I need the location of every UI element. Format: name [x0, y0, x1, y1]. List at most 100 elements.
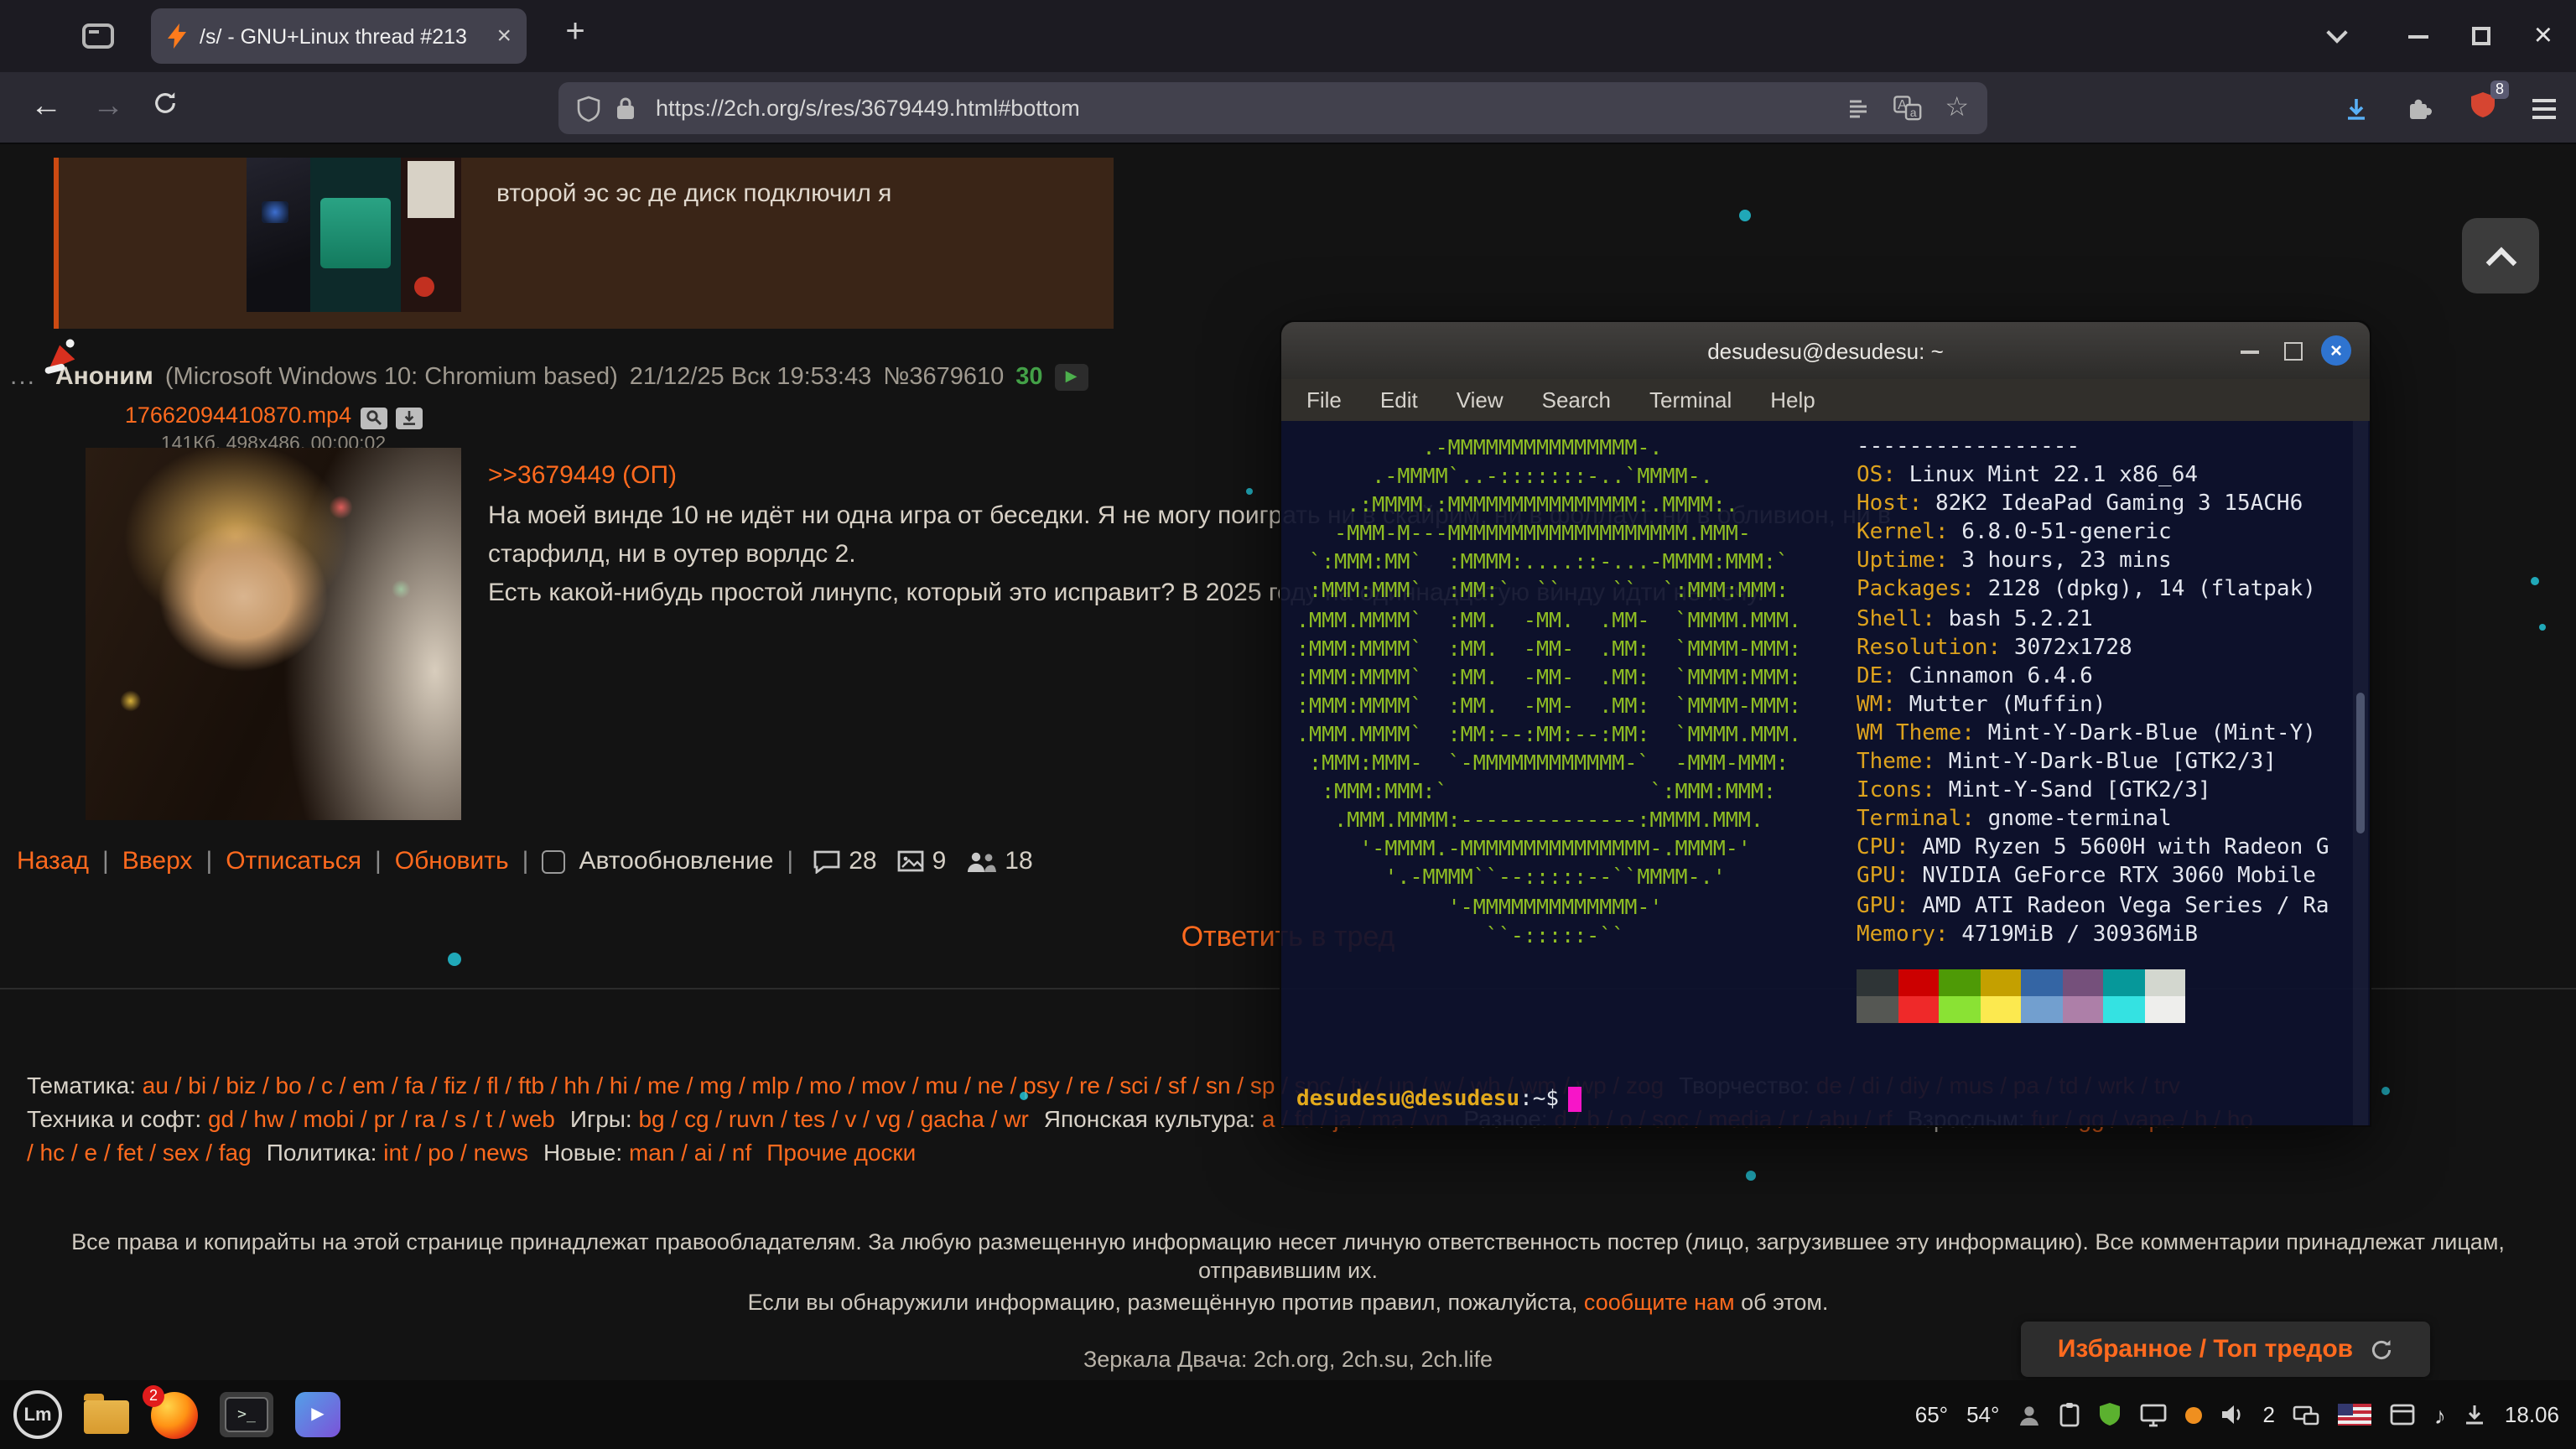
terminal-close-button[interactable]: × [2321, 335, 2351, 366]
menu-hamburger-icon[interactable] [2532, 98, 2556, 118]
tab-close-icon[interactable]: × [496, 23, 512, 49]
nav-unsubscribe-link[interactable]: Отписаться [226, 847, 361, 875]
toolbar-right-icons: 8 [2343, 72, 2556, 144]
terminal-minimize-button[interactable] [2241, 351, 2259, 354]
window-maximize-button[interactable] [2472, 27, 2490, 45]
nav-back-link[interactable]: Назад [17, 847, 89, 875]
terminal-menubar: File Edit View Search Terminal Help [1281, 379, 2370, 421]
board-links[interactable]: man / ai / nf [629, 1139, 751, 1166]
reload-button[interactable] [153, 87, 178, 127]
board-links[interactable]: Прочие доски [766, 1139, 916, 1166]
post-datetime: 21/12/25 Вск 19:53:43 [630, 363, 871, 390]
board-links[interactable]: / hc / e / fet / sex / fag [27, 1139, 252, 1166]
terminal-menu-edit[interactable]: Edit [1380, 387, 1418, 413]
board-links[interactable]: bg / cg / ruvn / tes / v / vg / gacha / … [638, 1105, 1028, 1132]
report-link[interactable]: сообщите нам [1584, 1290, 1735, 1315]
url-text[interactable]: https://2ch.org/s/res/3679449.html#botto… [656, 96, 1831, 121]
terminal-window[interactable]: desudesu@desudesu: ~ × File Edit View Searc… [1280, 320, 2371, 1127]
prompt-suffix: :~$ [1519, 1087, 1559, 1112]
neofetch-info-line: Shell: bash 5.2.21 [1857, 605, 2329, 633]
window-minimize-button[interactable] [2408, 34, 2428, 38]
board-category-label: Политика: [267, 1139, 384, 1166]
separator: | [102, 847, 109, 875]
url-bar[interactable]: https://2ch.org/s/res/3679449.html#botto… [558, 82, 1987, 134]
post-author: Аноним [55, 362, 153, 391]
terminal-body[interactable]: .-MMMMMMMMMMMMMMM-. .-MMMM`..-:::::::-..… [1281, 421, 2370, 1125]
gpu-temp: 54° [1966, 1402, 1999, 1427]
nav-up-link[interactable]: Вверх [122, 847, 193, 875]
adblock-icon[interactable]: 8 [2469, 90, 2497, 127]
back-button[interactable]: ← [30, 87, 62, 127]
comments-stat: 28 [813, 847, 876, 875]
extensions-puzzle-icon[interactable] [2405, 95, 2433, 122]
downloads-icon[interactable] [2343, 95, 2370, 122]
tracking-protection-shield-icon[interactable] [577, 95, 600, 122]
reply-quote-link[interactable]: >>3679449 (ОП) [488, 461, 677, 490]
snow-particle [1746, 1171, 1756, 1181]
forward-button[interactable]: → [92, 87, 124, 127]
file-download-icon[interactable] [395, 407, 422, 428]
taskbar: Lm 2 >_ ▶ 65° 54° 2 ♪ 18 [0, 1380, 2576, 1449]
board-category-label: Игры: [570, 1105, 639, 1132]
shell-prompt[interactable]: desudesu@desudesu:~$ [1296, 1087, 1581, 1112]
terminal-menu-terminal[interactable]: Terminal [1649, 387, 1732, 413]
scroll-to-top-button[interactable] [2462, 218, 2539, 293]
terminal-menu-view[interactable]: View [1457, 387, 1504, 413]
board-links[interactable]: gd / hw / mobi / pr / ra / s / t / web [208, 1105, 555, 1132]
new-tab-button[interactable]: + [553, 13, 597, 52]
music-note-tray-icon[interactable]: ♪ [2434, 1401, 2446, 1428]
board-category-label: Техника и софт: [27, 1105, 208, 1132]
nav-refresh-link[interactable]: Обновить [395, 847, 509, 875]
terminal-menu-file[interactable]: File [1306, 387, 1342, 413]
post-thumbnail-image[interactable] [86, 448, 461, 820]
firefox-launcher[interactable]: 2 [151, 1391, 198, 1438]
terminal-maximize-button[interactable] [2284, 342, 2303, 361]
network-tray-icon[interactable] [2293, 1403, 2320, 1426]
file-name-link[interactable]: 17662094410870.mp4 [125, 402, 351, 428]
neofetch-info-line: WM: Mutter (Muffin) [1857, 691, 2329, 719]
browser-tab[interactable]: /s/ - GNU+Linux thread #213 × [151, 8, 527, 64]
board-links-line: / hc / e / fet / sex / fag Политика: int … [27, 1135, 2268, 1169]
terminal-menu-search[interactable]: Search [1542, 387, 1611, 413]
neofetch-info-line: GPU: NVIDIA GeForce RTX 3060 Mobile [1857, 863, 2329, 891]
bookmark-star-icon[interactable]: ☆ [1945, 95, 1969, 122]
user-tray-icon[interactable] [2018, 1403, 2041, 1426]
refresh-icon[interactable] [2370, 1337, 2393, 1361]
firefox-badge: 2 [143, 1384, 164, 1406]
post-number[interactable]: №3679610 [883, 363, 1004, 390]
terminal-titlebar[interactable]: desudesu@desudesu: ~ × [1281, 322, 2370, 379]
terminal-scrollbar-thumb[interactable] [2356, 693, 2365, 834]
display-tray-icon[interactable] [2140, 1403, 2167, 1426]
favorites-top-threads-button[interactable]: Избранное / Топ тредов [2021, 1322, 2430, 1377]
terminal-menu-help[interactable]: Help [1770, 387, 1815, 413]
terminal-launcher-active[interactable]: >_ [220, 1392, 273, 1437]
clipboard-tray-icon[interactable] [2059, 1402, 2080, 1427]
reader-view-icon[interactable] [1846, 96, 1869, 120]
footer-report-line: Если вы обнаружили информацию, размещённ… [30, 1290, 2546, 1315]
play-video-button[interactable]: ▶ [1055, 363, 1088, 390]
file-manager-icon[interactable] [84, 1400, 129, 1434]
status-dot-icon[interactable] [2185, 1406, 2202, 1423]
shield-tray-icon[interactable] [2098, 1402, 2122, 1427]
window-close-button[interactable]: × [2534, 20, 2553, 52]
browser-toolbar: ← → https://2ch.org/s/res/3679449.html#b… [0, 72, 2576, 144]
mint-menu-button[interactable]: Lm [13, 1390, 62, 1439]
firefox-view-icon[interactable] [82, 23, 114, 49]
file-zoom-icon[interactable] [360, 407, 387, 428]
neofetch-ascii-logo: .-MMMMMMMMMMMMMMM-. .-MMMM`..-:::::::-..… [1296, 433, 1801, 948]
board-links[interactable]: int / po / news [383, 1139, 528, 1166]
clock[interactable]: 18.06 [2505, 1402, 2559, 1427]
terminal-palette-swatch [1857, 969, 1898, 996]
autoupdate-checkbox[interactable] [542, 849, 565, 873]
panel-tray-icon[interactable] [2391, 1404, 2416, 1426]
media-player-icon[interactable]: ▶ [295, 1392, 340, 1437]
speaker-tray-icon[interactable] [2220, 1404, 2244, 1426]
highlighted-post-thumbnail[interactable] [247, 158, 461, 312]
reply-count-link[interactable]: 30 [1015, 363, 1042, 390]
window-controls: × [2329, 0, 2553, 72]
keyboard-layout-us-flag-icon[interactable] [2339, 1404, 2372, 1426]
terminal-palette-swatch [2103, 996, 2144, 1023]
translate-icon[interactable]: Aa [1893, 96, 1921, 121]
tab-list-chevron-icon[interactable] [2326, 21, 2347, 42]
updates-tray-icon[interactable] [2464, 1404, 2486, 1426]
